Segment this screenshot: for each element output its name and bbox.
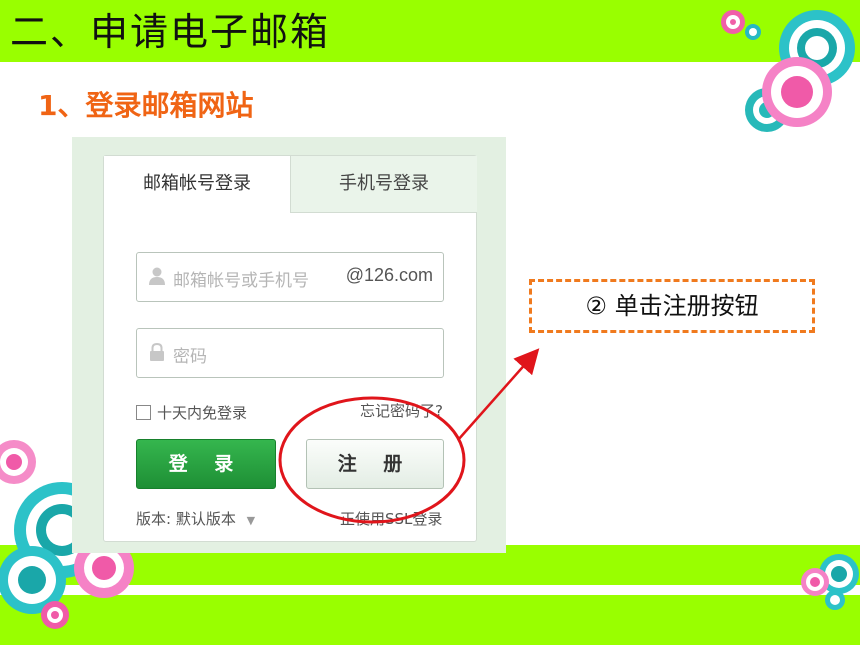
- pointer-arrow: [457, 348, 540, 441]
- highlight-ellipse: [278, 396, 466, 524]
- instruction-callout: ② 单击注册按钮: [529, 279, 815, 333]
